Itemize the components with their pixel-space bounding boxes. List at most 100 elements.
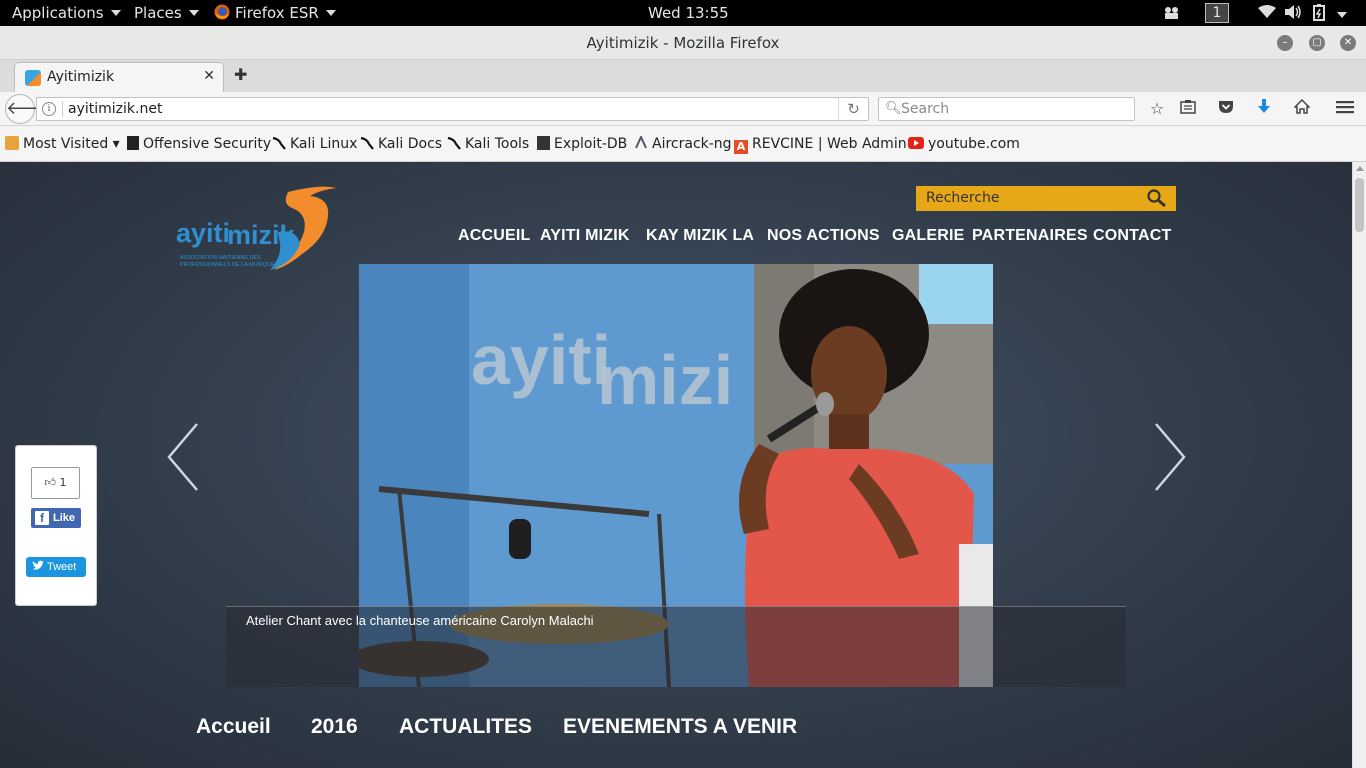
facebook-like-button[interactable]: f Like <box>31 508 81 528</box>
slider-next-arrow-icon[interactable] <box>1150 420 1190 495</box>
bookmark-label: Exploit-DB <box>554 136 628 152</box>
bookmark-label: Kali Tools <box>465 136 530 152</box>
kali-dragon-icon <box>447 136 461 150</box>
clock[interactable]: Wed 13:55 <box>648 4 729 22</box>
bookmark-most-visited[interactable]: Most Visited ▾ <box>5 136 120 152</box>
nav-nos-actions[interactable]: NOS ACTIONS <box>767 227 880 245</box>
revcine-icon: A <box>734 140 748 154</box>
nav-kay-mizik-la[interactable]: KAY MIZIK LA <box>646 227 754 245</box>
like-label: Like <box>53 512 76 524</box>
site-info-icon[interactable]: i <box>42 102 56 116</box>
slide-caption-text: Atelier Chant avec la chanteuse américai… <box>246 613 594 628</box>
subnav-2016[interactable]: 2016 <box>311 715 358 739</box>
logo-wordmark-mizik: mizik <box>227 220 296 250</box>
nav-galerie[interactable]: GALERIE <box>892 227 965 245</box>
facebook-icon: f <box>35 511 49 525</box>
battery-icon[interactable] <box>1313 4 1327 25</box>
site-search-box[interactable] <box>916 186 1176 211</box>
video-camera-icon[interactable] <box>1162 5 1182 25</box>
tab-strip: Ayitimizik ✕ ✚ <box>0 60 1366 93</box>
bookmark-label: Offensive Security <box>143 136 272 152</box>
nav-contact[interactable]: CONTACT <box>1093 227 1171 245</box>
exploit-db-icon <box>537 136 550 150</box>
chevron-down-icon <box>188 10 199 16</box>
bookmark-label: Kali Linux <box>290 136 358 152</box>
banner-text-ayiti: ayiti <box>471 321 611 399</box>
tweet-label: Tweet <box>47 561 77 573</box>
folder-icon <box>5 136 19 150</box>
bookmark-offensive-security[interactable]: Offensive Security <box>127 136 271 152</box>
subnav-accueil[interactable]: Accueil <box>196 715 271 739</box>
back-button[interactable]: 🡐 <box>5 94 54 124</box>
applications-menu[interactable]: Applications <box>12 4 121 22</box>
bookmark-star-icon[interactable]: ☆ <box>1147 99 1167 119</box>
url-bar[interactable]: i ayitimizik.net ↻ <box>36 97 869 121</box>
bookmark-label: Aircrack-ng <box>652 136 732 152</box>
system-menu-chevron[interactable] <box>1337 6 1347 24</box>
site-search-input[interactable] <box>926 190 1126 206</box>
places-menu[interactable]: Places <box>134 4 199 22</box>
thumbs-up-icon: 👍︎ <box>44 476 57 489</box>
bookmark-revcine[interactable]: A REVCINE | Web Admin <box>734 136 907 154</box>
window-titlebar: Ayitimizik - Mozilla Firefox – ▢ ✕ <box>0 26 1366 60</box>
bookmark-kali-linux[interactable]: Kali Linux <box>272 136 357 152</box>
aircrack-icon <box>634 134 648 150</box>
chevron-down-icon <box>1337 12 1347 18</box>
nav-accueil[interactable]: ACCUEIL <box>458 227 531 245</box>
search-icon[interactable] <box>1146 188 1168 208</box>
workspace-indicator[interactable]: 1 <box>1205 3 1229 23</box>
bookmark-youtube[interactable]: youtube.com <box>908 136 1020 152</box>
bookmark-label: youtube.com <box>928 136 1020 152</box>
offensive-security-icon <box>127 136 139 150</box>
firefox-app-menu[interactable]: Firefox ESR <box>214 4 336 22</box>
bookmark-label: Most Visited ▾ <box>23 136 120 152</box>
minimize-button[interactable]: – <box>1277 35 1293 51</box>
logo-tagline-2: PROFESSIONNELS DE LA MUSIQUE <box>180 262 275 268</box>
scroll-up-arrow-icon[interactable] <box>1356 166 1364 171</box>
chevron-down-icon <box>110 10 121 16</box>
slider-prev-arrow-icon[interactable] <box>163 420 203 495</box>
downloads-icon[interactable] <box>1254 99 1274 119</box>
home-icon[interactable] <box>1292 98 1312 119</box>
reading-list-icon[interactable] <box>1178 99 1198 119</box>
page-scrollbar[interactable] <box>1352 162 1366 768</box>
tab-ayitimizik[interactable]: Ayitimizik ✕ <box>14 62 224 93</box>
like-count: 1 <box>59 476 67 489</box>
volume-icon[interactable] <box>1285 5 1303 23</box>
nav-partenaires[interactable]: PARTENAIRES <box>972 227 1088 245</box>
bookmark-label: Kali Docs <box>378 136 443 152</box>
kali-dragon-icon <box>360 136 374 150</box>
desktop-top-bar: Applications Places Firefox ESR Wed 13:5… <box>0 0 1366 26</box>
navigation-toolbar: 🡐 i ayitimizik.net ↻ 🔍︎ ☆ <box>0 92 1366 126</box>
bookmark-kali-tools[interactable]: Kali Tools <box>447 136 529 152</box>
maximize-button[interactable]: ▢ <box>1309 35 1325 51</box>
nav-ayiti-mizik[interactable]: AYITI MIZIK <box>540 227 630 245</box>
search-input[interactable] <box>901 100 1121 118</box>
tweet-button[interactable]: Tweet <box>26 557 86 577</box>
places-label: Places <box>134 4 182 22</box>
close-window-button[interactable]: ✕ <box>1340 35 1356 51</box>
bookmark-aircrack-ng[interactable]: Aircrack-ng <box>634 134 732 152</box>
hamburger-menu-icon[interactable] <box>1335 99 1355 119</box>
scrollbar-thumb[interactable] <box>1355 178 1364 232</box>
url-text[interactable]: ayitimizik.net <box>68 101 162 117</box>
tab-label: Ayitimizik <box>47 69 115 85</box>
firefox-icon <box>214 4 230 20</box>
bookmark-exploit-db[interactable]: Exploit-DB <box>537 136 627 152</box>
slide-caption: Atelier Chant avec la chanteuse américai… <box>226 606 1126 687</box>
logo-wordmark-ayiti: ayiti <box>176 218 230 248</box>
new-tab-button[interactable]: ✚ <box>234 65 247 84</box>
subnav-actualites[interactable]: ACTUALITES <box>399 715 532 739</box>
banner-text-mizi: mizi <box>597 341 733 419</box>
site-logo[interactable]: ayiti mizik ASSOCIATION HAITIENNE DES PR… <box>170 182 345 274</box>
close-tab-icon[interactable]: ✕ <box>203 68 215 84</box>
bookmarks-toolbar: Most Visited ▾ Offensive Security Kali L… <box>0 126 1366 162</box>
bookmark-kali-docs[interactable]: Kali Docs <box>360 136 442 152</box>
search-bar[interactable]: 🔍︎ <box>878 97 1135 121</box>
reload-icon[interactable]: ↻ <box>838 98 868 120</box>
like-count-box: 👍︎ 1 <box>31 467 80 499</box>
twitter-bird-icon <box>32 560 44 575</box>
wifi-icon[interactable] <box>1258 5 1276 23</box>
subnav-evenements-a-venir[interactable]: EVENEMENTS A VENIR <box>563 715 797 739</box>
pocket-icon[interactable] <box>1216 99 1236 119</box>
